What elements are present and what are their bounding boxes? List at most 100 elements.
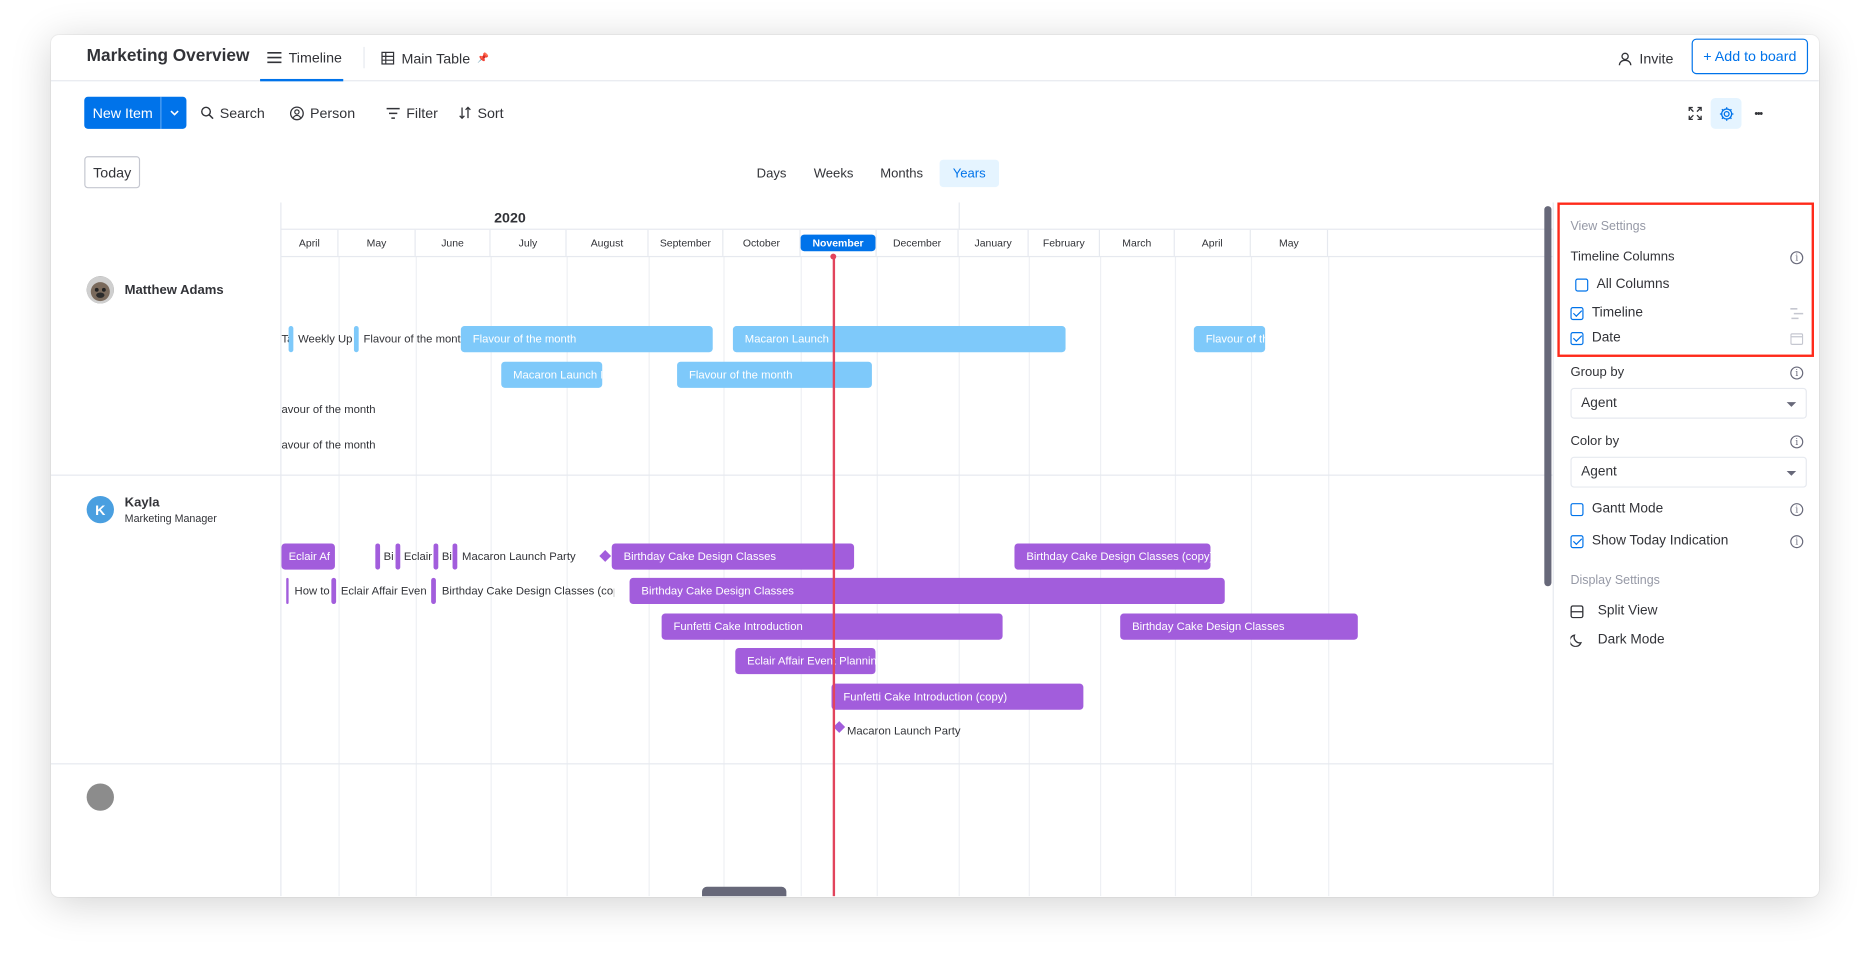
chevron-down-icon xyxy=(1786,402,1797,407)
month-header-bottom xyxy=(281,255,1553,258)
item-label[interactable]: Macaron Launch Party xyxy=(462,543,605,569)
group-by-label: Group by xyxy=(1570,365,1625,380)
person-filter-button[interactable]: Person xyxy=(289,97,355,129)
item-label[interactable]: Eclair Affair Event xyxy=(341,578,427,604)
today-indicator-line xyxy=(832,255,835,897)
month-cell: September xyxy=(649,229,724,256)
item-bar[interactable]: Eclair Af xyxy=(281,543,335,570)
item-label[interactable]: How to xyxy=(295,578,333,604)
split-view-option[interactable]: Split View xyxy=(1570,599,1658,623)
filter-icon xyxy=(386,107,400,119)
month-label: January xyxy=(974,236,1012,249)
item-bar[interactable] xyxy=(353,326,359,353)
group-by-select[interactable]: Agent xyxy=(1570,387,1807,419)
add-to-board-button[interactable]: + Add to board xyxy=(1691,38,1809,75)
tab-timeline[interactable]: Timeline xyxy=(260,35,344,82)
tab-main-table[interactable]: Main Table 📌 xyxy=(381,35,489,81)
dark-mode-option[interactable]: Dark Mode xyxy=(1570,628,1665,652)
all-columns-checkbox[interactable] xyxy=(1575,278,1589,292)
zoom-days[interactable]: Days xyxy=(744,160,800,187)
month-gridline xyxy=(723,255,725,897)
settings-button[interactable] xyxy=(1710,97,1742,129)
month-cell: November xyxy=(800,229,877,256)
pin-icon[interactable]: 📌 xyxy=(477,53,489,64)
item-bar[interactable]: Flavour of the month xyxy=(460,326,713,353)
item-bar[interactable] xyxy=(375,543,381,570)
item-bar[interactable]: Birthday Cake Design Classes xyxy=(1120,613,1358,640)
month-gridline xyxy=(1174,255,1177,897)
item-bar[interactable]: Birthday Cake Design Classes xyxy=(611,543,855,570)
month-label: May xyxy=(366,236,387,249)
color-by-select[interactable]: Agent xyxy=(1570,456,1807,488)
person-icon xyxy=(1618,51,1632,65)
item-label[interactable]: Bir xyxy=(384,543,395,569)
item-bar[interactable]: Macaron Launch xyxy=(732,326,1066,353)
sort-button[interactable]: Sort xyxy=(458,97,504,129)
item-bar[interactable] xyxy=(433,543,439,570)
item-bar[interactable]: Eclair Affair Event Planning xyxy=(735,648,876,675)
info-icon[interactable]: i xyxy=(1790,366,1804,380)
item-bar[interactable] xyxy=(431,577,436,605)
item-bar[interactable]: Flavour of the xyxy=(1193,326,1266,353)
chevron-down-icon[interactable] xyxy=(160,96,186,129)
item-bar[interactable] xyxy=(452,543,458,570)
more-options-button[interactable]: ••• xyxy=(1743,98,1774,129)
item-label[interactable]: Eclair xyxy=(404,543,434,569)
horizontal-scrollbar[interactable] xyxy=(702,886,787,897)
timeline-column-checkbox[interactable] xyxy=(1570,307,1584,321)
item-bar[interactable] xyxy=(288,326,294,353)
moon-icon xyxy=(1570,633,1583,647)
item-label[interactable]: avour of the month xyxy=(281,396,424,422)
tab-label: Timeline xyxy=(288,48,342,66)
timeline-column-label: Timeline xyxy=(1591,305,1643,321)
item-label[interactable]: Birthday Cake Design Classes (copy) xyxy=(442,578,614,604)
item-bar[interactable]: Birthday Cake Design Classes xyxy=(629,577,1225,605)
info-icon[interactable]: i xyxy=(1790,535,1804,549)
avatar-matthew-adams[interactable] xyxy=(86,276,114,304)
month-cell: October xyxy=(723,229,801,256)
item-bar[interactable]: Funfetti Cake Introduction (copy) xyxy=(831,683,1084,710)
invite-button[interactable]: Invite xyxy=(1618,35,1673,81)
new-item-label: New Item xyxy=(92,104,153,122)
group-column: Matthew Adams K Kayla Marketing Manager xyxy=(51,202,282,897)
item-label[interactable]: Flavour of the month xyxy=(363,326,460,352)
zoom-months[interactable]: Months xyxy=(867,160,936,187)
month-label: September xyxy=(659,236,711,249)
new-item-button[interactable]: New Item xyxy=(84,96,187,129)
item-label[interactable]: Bir xyxy=(442,543,453,569)
month-cell: May xyxy=(338,229,416,256)
item-label[interactable]: avour of the month xyxy=(281,432,424,458)
zoom-years[interactable]: Years xyxy=(939,159,999,188)
search-button[interactable]: Search xyxy=(201,97,265,129)
item-bar[interactable]: Flavour of the month xyxy=(677,361,872,388)
tab-divider xyxy=(363,46,365,69)
info-icon[interactable]: i xyxy=(1790,503,1804,517)
show-today-checkbox[interactable] xyxy=(1570,535,1584,549)
vertical-scrollbar[interactable] xyxy=(1544,206,1552,587)
month-label: August xyxy=(590,236,624,249)
month-cell: January xyxy=(959,229,1029,256)
zoom-weeks[interactable]: Weeks xyxy=(801,160,867,187)
item-bar[interactable] xyxy=(395,543,401,570)
item-label[interactable]: Macaron Launch Party xyxy=(847,718,1001,744)
milestone-marker[interactable] xyxy=(833,721,846,733)
avatar-third-person[interactable] xyxy=(86,783,114,811)
item-bar[interactable] xyxy=(331,577,337,605)
item-label[interactable]: Weekly Upd xyxy=(298,326,353,352)
filter-label: Filter xyxy=(406,104,438,122)
expand-icon xyxy=(1688,106,1702,121)
avatar-kayla[interactable]: K xyxy=(86,495,114,524)
item-bar[interactable]: Macaron Launch Pa xyxy=(501,361,603,388)
item-bar[interactable] xyxy=(286,577,289,605)
info-icon[interactable]: i xyxy=(1790,251,1804,265)
date-column-checkbox[interactable] xyxy=(1570,332,1584,346)
month-gridline xyxy=(1100,255,1102,897)
item-bar[interactable]: Birthday Cake Design Classes (copy) xyxy=(1014,543,1211,570)
fullscreen-button[interactable] xyxy=(1680,98,1711,129)
filter-button[interactable]: Filter xyxy=(386,97,438,129)
gantt-mode-checkbox[interactable] xyxy=(1570,503,1584,517)
today-button[interactable]: Today xyxy=(84,156,141,189)
month-label: October xyxy=(742,236,781,249)
info-icon[interactable]: i xyxy=(1790,435,1804,449)
person-circle-icon xyxy=(289,105,304,120)
